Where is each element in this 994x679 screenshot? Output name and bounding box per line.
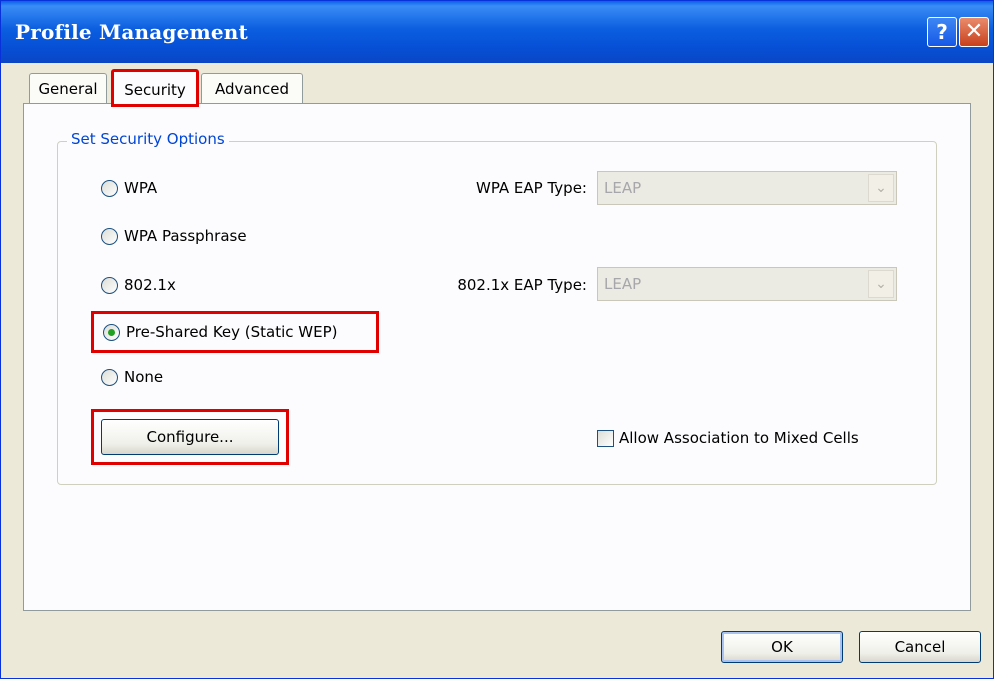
close-button[interactable]: ✕ [959, 17, 989, 47]
help-icon: ? [936, 20, 948, 44]
group-label: Set Security Options [67, 130, 229, 148]
close-icon: ✕ [964, 19, 984, 44]
radio-wpa[interactable]: WPA [101, 179, 157, 197]
dot1x-eap-type-select[interactable]: LEAP ⌄ [597, 267, 897, 301]
radio-none[interactable]: None [101, 368, 163, 386]
radio-circle [101, 179, 118, 197]
chevron-down-icon: ⌄ [868, 270, 894, 298]
ok-button[interactable]: OK [721, 631, 843, 663]
radio-circle [101, 227, 118, 245]
title-bar[interactable]: Profile Management ? ✕ [1, 1, 993, 63]
checkbox-box [597, 429, 614, 447]
radio-wpa-passphrase[interactable]: WPA Passphrase [101, 227, 247, 245]
radio-label-802-1x: 802.1x [124, 276, 176, 294]
wpa-eap-type-select[interactable]: LEAP ⌄ [597, 171, 897, 205]
help-button[interactable]: ? [927, 17, 957, 47]
radio-label-wpa-passphrase: WPA Passphrase [124, 227, 247, 245]
highlight-configure [91, 409, 289, 465]
wpa-eap-type-value: LEAP [604, 179, 642, 197]
wpa-eap-type-label: WPA EAP Type: [475, 179, 587, 197]
radio-802-1x[interactable]: 802.1x [101, 276, 176, 294]
window-title: Profile Management [15, 20, 248, 44]
tab-general[interactable]: General [29, 73, 107, 103]
dot1x-eap-type-label: 802.1x EAP Type: [457, 276, 587, 294]
profile-management-window: Profile Management ? ✕ General Security … [0, 0, 994, 679]
cancel-button[interactable]: Cancel [859, 631, 981, 663]
allow-mixed-cells-label: Allow Association to Mixed Cells [619, 429, 859, 447]
highlight-pre-shared-key [91, 311, 379, 353]
radio-label-none: None [124, 368, 164, 386]
tab-advanced[interactable]: Advanced [201, 73, 303, 103]
tab-security[interactable]: Security [111, 69, 199, 107]
dot1x-eap-type-value: LEAP [604, 275, 642, 293]
radio-label-wpa: WPA [124, 179, 158, 197]
radio-circle [101, 276, 118, 294]
chevron-down-icon: ⌄ [868, 174, 894, 202]
radio-circle [101, 368, 118, 386]
allow-mixed-cells-checkbox[interactable]: Allow Association to Mixed Cells [597, 429, 859, 447]
